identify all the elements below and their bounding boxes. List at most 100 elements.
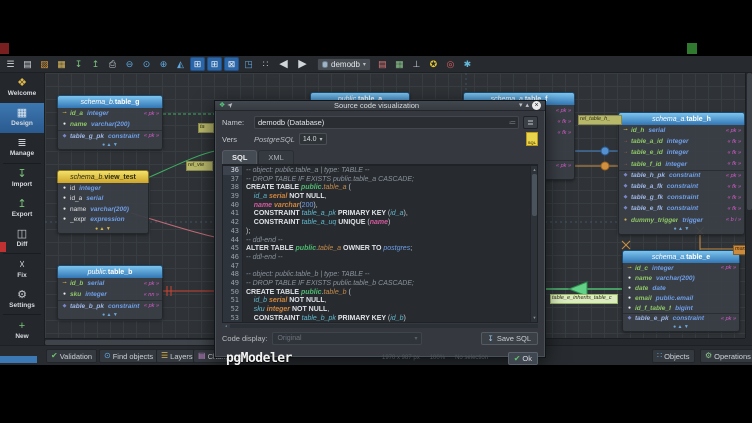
sidebar-item-welcome[interactable]: ❖Welcome [0, 73, 44, 103]
sql-file-icon[interactable]: SQL [526, 132, 538, 146]
sidebar-item-design[interactable]: ▦Design [0, 103, 44, 133]
find-objects-button[interactable]: ⊙Find objects [99, 349, 158, 363]
table-row[interactable]: →table_f_idinteger« fk » [619, 159, 744, 170]
save-as-button[interactable]: ↧ [71, 57, 86, 71]
tab-xml[interactable]: XML [258, 150, 293, 164]
zoom-in-button[interactable]: ⊕ [156, 57, 171, 71]
table-row[interactable]: ◆table_h_pkconstraint« pk » [619, 170, 744, 181]
sidebar-item-export[interactable]: ↥Export [0, 194, 44, 224]
table-row[interactable]: ●id_f_table_fbigint [623, 303, 739, 313]
plugins-button[interactable]: ⊥ [409, 57, 424, 71]
table-row[interactable]: ⊸id_cinteger« pk » [623, 263, 739, 273]
table-row[interactable]: ⊸id_hserial« pk » [619, 125, 744, 136]
table-widget-table-b[interactable]: public.table_b⊸id_bserial« pk »●skuinteg… [57, 265, 163, 320]
validation-button[interactable]: ✔Validation [46, 349, 97, 363]
pin-icon[interactable]: ➤ [227, 101, 236, 110]
source-editor-button[interactable]: ▤ [375, 57, 390, 71]
table-row[interactable]: →table_a_idinteger« fk » [619, 136, 744, 147]
db-selector[interactable]: demodb ▾ [317, 58, 371, 71]
check-update-button[interactable]: ✱ [460, 57, 475, 71]
previous-arrow-button[interactable]: ◀ [275, 57, 292, 71]
table-row[interactable]: ⊸id_ainteger« pk » [58, 108, 162, 119]
letterbox-top [0, 0, 752, 56]
tab-sql[interactable]: SQL [222, 150, 257, 164]
rel-table-label[interactable]: ta [198, 123, 214, 133]
edit-icon[interactable]: ≔ [509, 119, 516, 127]
zoom-reset-button[interactable]: ⊙ [139, 57, 154, 71]
table-row[interactable]: ●idinteger [58, 183, 148, 194]
table-header[interactable]: schema_a.table_h [618, 112, 745, 125]
table-widget-table-h[interactable]: schema_a.table_h⊸id_hserial« pk »→table_… [618, 112, 745, 235]
table-header[interactable]: schema_a.table_e [622, 250, 740, 263]
show-grid-button[interactable]: ⊞ [190, 57, 205, 71]
dialog-titlebar[interactable]: ❖ ➤ Source code visualization ▾ ▴ × [215, 101, 545, 111]
table-row[interactable]: →table_e_idinteger« fk » [619, 147, 744, 158]
version-combo[interactable]: 14.0 ▾ [299, 133, 327, 145]
sidebar-item-fix[interactable]: ☓Fix [0, 254, 44, 284]
donate-button[interactable]: ✪ [426, 57, 441, 71]
export-button[interactable]: ↥ [88, 57, 103, 71]
table-header[interactable]: schema_b.view_test [57, 170, 149, 183]
table-row[interactable]: ⊸id_bserial« pk » [58, 278, 162, 289]
snap-to-grid-button[interactable]: ⊞ [207, 57, 222, 71]
magnetism-button[interactable]: ∷ [258, 57, 273, 71]
expand-canvas-button[interactable]: ◳ [241, 57, 256, 71]
operations-button[interactable]: ⚙Operations [700, 349, 752, 363]
rel-view-label[interactable]: rel_vie [186, 161, 213, 171]
save-sql-button[interactable]: ↧ Save SQL [481, 332, 538, 345]
table-header[interactable]: schema_b.table_g [57, 95, 163, 108]
sidebar-item-new[interactable]: +New [0, 315, 44, 345]
print-button[interactable]: ⎙ [105, 57, 120, 71]
table-row[interactable]: ●dummy_triggertrigger« b i » [619, 215, 744, 226]
unshade-icon[interactable]: ▴ [525, 102, 529, 109]
table-row[interactable]: ●emailpublic.email [623, 293, 739, 303]
sql-code-view[interactable]: 363738394041424344454647484950515253 -- … [222, 165, 538, 323]
view-widget-view-test[interactable]: schema_b.view_test●idinteger●id_aserial●… [57, 170, 149, 234]
show-id-button[interactable]: ≣ [523, 116, 538, 129]
canvas-vscrollbar[interactable] [745, 73, 752, 338]
table-row[interactable]: ●skuinteger« nn » [58, 289, 162, 300]
export-image-button[interactable]: ▦ [392, 57, 407, 71]
code-vscrollbar[interactable]: ▲▼ [530, 166, 537, 322]
sidebar-item-settings[interactable]: ⚙Settings [0, 284, 44, 314]
table-row[interactable]: ●datedate [623, 283, 739, 293]
table-widget-table-g[interactable]: schema_b.table_g⊸id_ainteger« pk »●namev… [57, 95, 163, 150]
rel-table-h-label[interactable]: rel_table_h_ [578, 115, 622, 125]
save-model-button[interactable]: ▦ [54, 57, 69, 71]
table-widget-table-e[interactable]: schema_a.table_e⊸id_cinteger« pk »●namev… [622, 250, 740, 332]
open-model-button[interactable]: ▨ [37, 57, 52, 71]
align-to-grid-button[interactable]: ⊠ [224, 57, 239, 71]
table-row[interactable]: ◆table_b_pkconstraint« pk » [58, 300, 162, 311]
sidebar-item-import[interactable]: ↧Import [0, 164, 44, 194]
objects-button[interactable]: ∷Objects [652, 349, 695, 363]
table-row[interactable]: ◆table_g_fkconstraint« fk » [619, 192, 744, 203]
table-header[interactable]: public.table_b [57, 265, 163, 278]
name-field[interactable]: demodb (Database) ≔ [254, 116, 519, 129]
sidebar-item-manage[interactable]: ≣Manage [0, 133, 44, 163]
table-row[interactable]: ●_exprexpression [58, 215, 148, 226]
close-icon[interactable]: × [532, 101, 541, 110]
main-menu-button[interactable]: ☰ [3, 57, 18, 71]
highlight-object-button[interactable]: ◭ [173, 57, 188, 71]
support-button[interactable]: ◎ [443, 57, 458, 71]
sidebar-item-diff[interactable]: ◫Diff [0, 223, 44, 253]
next-arrow-button[interactable]: ▶ [294, 57, 311, 71]
table-row[interactable]: ◆table_g_pkconstraint« pk » [58, 130, 162, 141]
table-row[interactable]: ◆table_a_fkconstraint« fk » [619, 181, 744, 192]
table-row[interactable]: ◆table_e_fkconstraint« fk » [619, 203, 744, 214]
many-label[interactable]: many [733, 245, 745, 255]
zoom-out-button[interactable]: ⊖ [122, 57, 137, 71]
code-display-combo[interactable]: Original ▾ [272, 332, 422, 345]
code-hscrollbar[interactable]: ◂ [222, 324, 538, 328]
new-model-button[interactable]: ▤ [20, 57, 35, 71]
table-row[interactable]: ●id_aserial [58, 194, 148, 205]
layers-button[interactable]: ☰Layers [156, 349, 198, 363]
table-row[interactable]: ◆table_e_pkconstraint« pk » [623, 313, 739, 323]
name-label: Name: [222, 118, 250, 127]
table-row[interactable]: ●namevarchar(200) [58, 119, 162, 130]
ok-button[interactable]: ✔ Ok [508, 352, 538, 365]
inherit-label[interactable]: table_e_inherits_table_c [550, 294, 618, 304]
shade-icon[interactable]: ▾ [519, 102, 523, 109]
table-row[interactable]: ●namevarchar(200) [623, 273, 739, 283]
table-row[interactable]: ●namevarchar(200) [58, 204, 148, 215]
